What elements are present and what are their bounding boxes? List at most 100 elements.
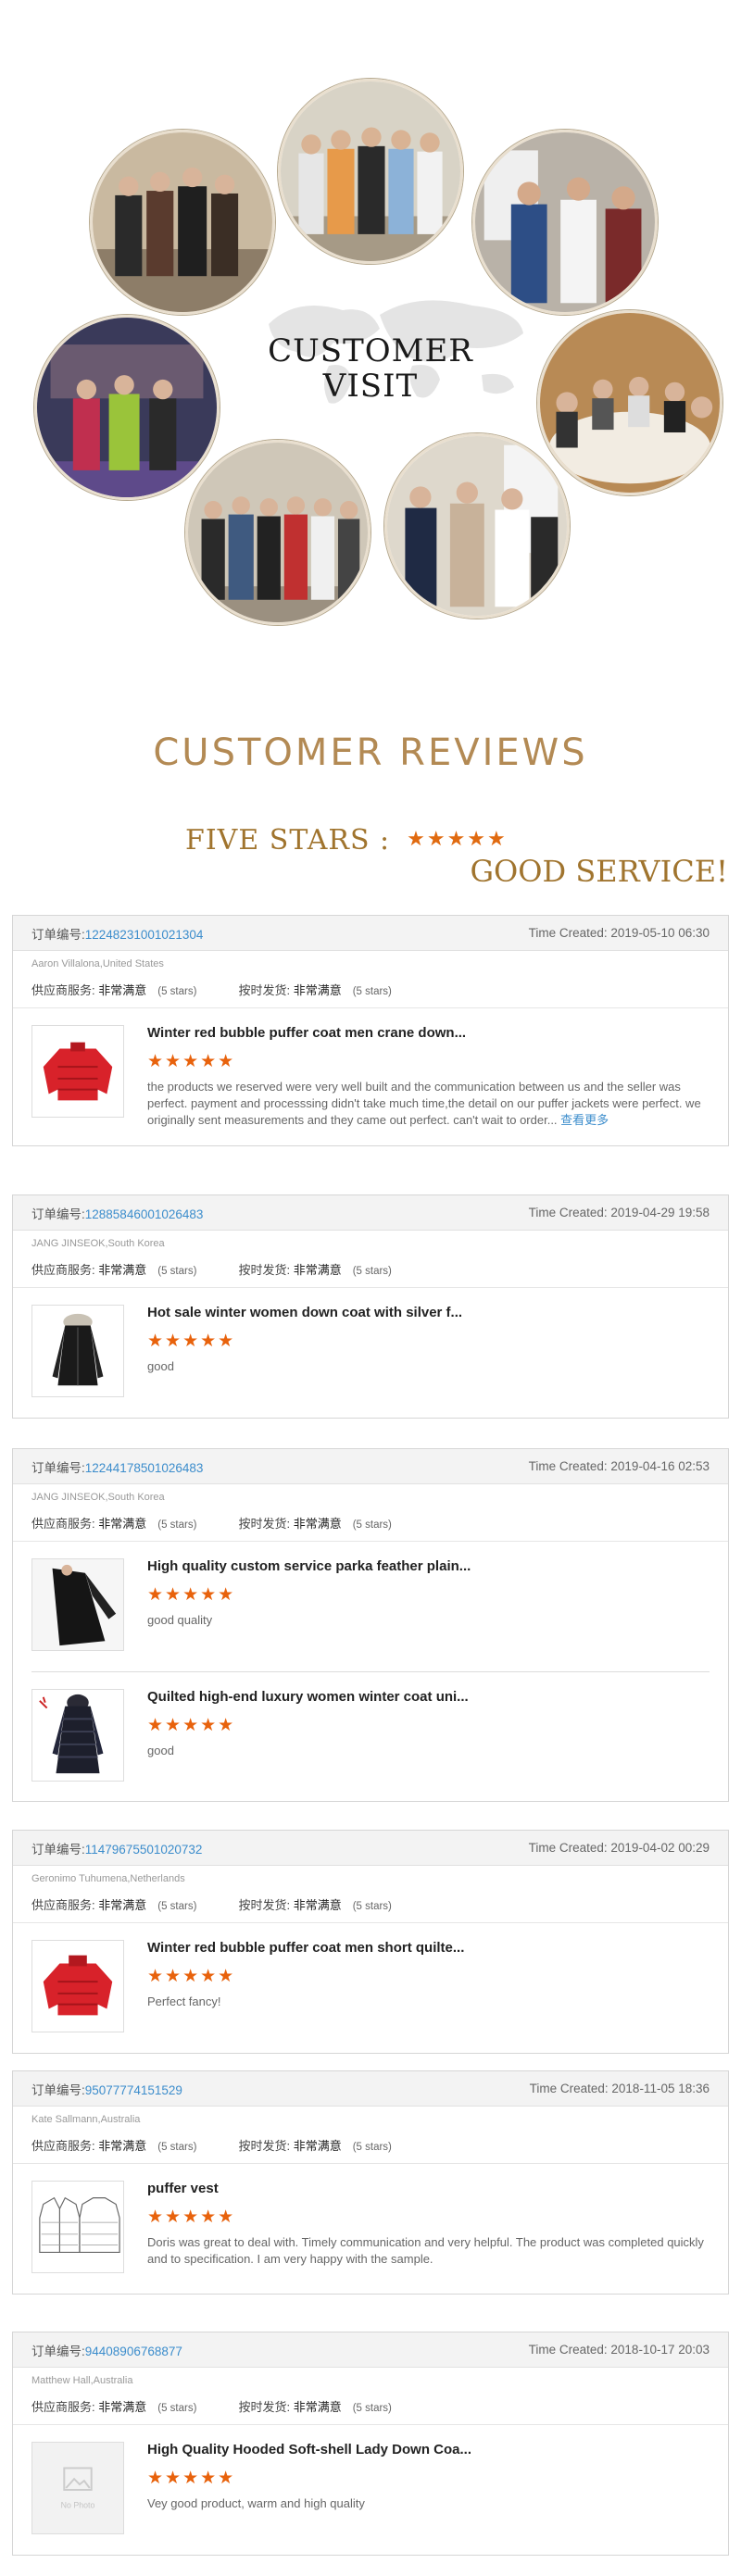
- review-comment: Vey good product, warm and high quality: [147, 2496, 365, 2510]
- supplier-service-rating: 供应商服务: 非常满意 (5 stars): [31, 1260, 196, 1278]
- product-thumbnail[interactable]: [31, 1689, 124, 1782]
- review-comment: Doris was great to deal with. Timely com…: [147, 2235, 704, 2266]
- on-time-shipping-rating: 按时发货: 非常满意 (5 stars): [238, 1514, 391, 1532]
- order-card: 订单编号:12248231001021304 Time Created: 201…: [12, 915, 729, 1146]
- order-number: 订单编号:12885846001026483: [31, 1204, 203, 1222]
- review-comment: good: [147, 1744, 174, 1757]
- on-time-shipping-rating: 按时发货: 非常满意 (5 stars): [238, 2136, 391, 2154]
- visit-title-line-1: CUSTOMER: [268, 332, 473, 369]
- rating-value: 非常满意: [98, 2400, 147, 2414]
- product-thumbnail[interactable]: [31, 1025, 124, 1118]
- product-title[interactable]: puffer vest: [147, 2181, 710, 2201]
- product-thumbnail[interactable]: No Photo: [31, 2442, 124, 2534]
- order-card: 订单编号:11479675501020732 Time Created: 201…: [12, 1830, 729, 2054]
- product-title[interactable]: Hot sale winter women down coat with sil…: [147, 1305, 710, 1325]
- product-title[interactable]: Quilted high-end luxury women winter coa…: [147, 1689, 691, 1709]
- five-stars-icons: ★★★★★: [407, 828, 508, 851]
- order-number-link[interactable]: 94408906768877: [85, 2345, 182, 2358]
- rating-label: 供应商服务:: [31, 1898, 95, 1912]
- time-created: Time Created: 2018-10-17 20:03: [529, 2343, 710, 2357]
- rating-label: 按时发货:: [238, 2400, 291, 2414]
- product-thumbnail[interactable]: [31, 1305, 124, 1397]
- customer-reviews-title: CUSTOMER REVIEWS: [153, 732, 588, 774]
- review-item: Winter red bubble puffer coat men short …: [13, 1923, 728, 2053]
- visit-photo-3: [472, 130, 658, 315]
- supplier-service-rating: 供应商服务: 非常满意 (5 stars): [31, 2136, 196, 2154]
- rating-stars-text: (5 stars): [352, 2403, 392, 2414]
- time-created: Time Created: 2019-05-10 06:30: [529, 926, 710, 940]
- time-created-value: 2019-05-10 06:30: [610, 926, 710, 940]
- rating-label: 按时发货:: [238, 1517, 291, 1531]
- rating-value: 非常满意: [98, 1898, 147, 1912]
- product-thumbnail[interactable]: [31, 1940, 124, 2032]
- rating-value: 非常满意: [293, 1898, 342, 1912]
- review-item: Hot sale winter women down coat with sil…: [13, 1288, 728, 1418]
- order-number: 订单编号:94408906768877: [31, 2341, 182, 2359]
- review-item: Winter red bubble puffer coat men crane …: [13, 1008, 728, 1145]
- time-created-value: 2019-04-02 00:29: [610, 1841, 710, 1855]
- product-thumbnail[interactable]: [31, 1558, 124, 1651]
- order-number-link[interactable]: 11479675501020732: [85, 1843, 203, 1857]
- good-service-heading: GOOD SERVICE!: [470, 854, 728, 889]
- supplier-service-rating: 供应商服务: 非常满意 (5 stars): [31, 981, 196, 998]
- order-number-link[interactable]: 95077774151529: [85, 2083, 182, 2097]
- time-created: Time Created: 2019-04-29 19:58: [529, 1206, 710, 1219]
- red-puffer-jacket-image: [43, 1042, 113, 1101]
- order-number-label: 订单编号:: [31, 927, 85, 942]
- review-item: No Photo High Quality Hooded Soft-shell …: [13, 2425, 728, 2555]
- product-star-rating: ★★★★★: [147, 1052, 236, 1071]
- rating-value: 非常满意: [293, 1517, 342, 1531]
- rating-stars-text: (5 stars): [157, 2142, 197, 2153]
- product-thumbnail[interactable]: [31, 2181, 124, 2273]
- time-created-value: 2018-10-17 20:03: [610, 2343, 710, 2357]
- product-star-rating: ★★★★★: [147, 2207, 236, 2227]
- rating-value: 非常满意: [293, 1263, 342, 1277]
- rating-label: 按时发货:: [238, 983, 291, 997]
- rating-label: 供应商服务:: [31, 2139, 95, 2153]
- review-comment: Perfect fancy!: [147, 1995, 221, 2008]
- visit-photo-5: [537, 310, 722, 495]
- buyer-name: JANG JINSEOK,South Korea: [31, 1238, 165, 1249]
- order-number-label: 订单编号:: [31, 1460, 85, 1475]
- order-card-header: 订单编号:12885846001026483 Time Created: 201…: [13, 1195, 728, 1231]
- product-star-rating: ★★★★★: [147, 2469, 236, 2488]
- rating-value: 非常满意: [98, 1517, 147, 1531]
- product-title[interactable]: Winter red bubble puffer coat men short …: [147, 1940, 710, 1960]
- time-created-label: Time Created:: [528, 2343, 608, 2357]
- product-title[interactable]: Winter red bubble puffer coat men crane …: [147, 1025, 710, 1045]
- order-number-link[interactable]: 12248231001021304: [85, 928, 204, 942]
- visit-photo-4: [34, 315, 220, 500]
- buyer-name: Matthew Hall,Australia: [31, 2375, 133, 2386]
- order-card-header: 订单编号:12248231001021304 Time Created: 201…: [13, 916, 728, 951]
- order-number: 订单编号:12248231001021304: [31, 924, 203, 943]
- order-card: 订单编号:12885846001026483 Time Created: 201…: [12, 1194, 729, 1419]
- time-created: Time Created: 2019-04-16 02:53: [529, 1459, 710, 1473]
- product-star-rating: ★★★★★: [147, 1585, 236, 1605]
- rating-label: 供应商服务:: [31, 2400, 95, 2414]
- supplier-ratings: 供应商服务: 非常满意 (5 stars) 按时发货: 非常满意 (5 stars): [31, 1260, 710, 1278]
- time-created-value: 2019-04-16 02:53: [610, 1459, 710, 1473]
- order-card-header: 订单编号:12244178501026483 Time Created: 201…: [13, 1449, 728, 1484]
- on-time-shipping-rating: 按时发货: 非常满意 (5 stars): [238, 1260, 391, 1278]
- see-more-link[interactable]: 查看更多: [560, 1113, 609, 1127]
- order-card: 订单编号:95077774151529 Time Created: 2018-1…: [12, 2070, 729, 2295]
- order-meta: Aaron Villalona,United States 供应商服务: 非常满…: [13, 951, 728, 1008]
- time-created-value: 2019-04-29 19:58: [610, 1206, 710, 1219]
- order-card: 订单编号:94408906768877 Time Created: 2018-1…: [12, 2332, 729, 2556]
- order-number-link[interactable]: 12885846001026483: [85, 1207, 204, 1221]
- product-star-rating: ★★★★★: [147, 1332, 236, 1351]
- quilted-long-coat-image: [39, 1694, 104, 1774]
- product-title[interactable]: High Quality Hooded Soft-shell Lady Down…: [147, 2442, 710, 2462]
- buyer-name: JANG JINSEOK,South Korea: [31, 1492, 165, 1503]
- rating-label: 按时发货:: [238, 2139, 291, 2153]
- product-title[interactable]: High quality custom service parka feathe…: [147, 1558, 710, 1579]
- review-comment: good: [147, 1359, 174, 1373]
- order-number-label: 订单编号:: [31, 1207, 85, 1221]
- order-number-link[interactable]: 12244178501026483: [85, 1461, 204, 1475]
- rating-stars-text: (5 stars): [157, 1901, 197, 1912]
- order-number: 订单编号:95077774151529: [31, 2080, 182, 2098]
- product-star-rating: ★★★★★: [147, 1967, 236, 1986]
- rating-value: 非常满意: [293, 983, 342, 997]
- rating-value: 非常满意: [293, 2400, 342, 2414]
- buyer-name: Aaron Villalona,United States: [31, 958, 164, 969]
